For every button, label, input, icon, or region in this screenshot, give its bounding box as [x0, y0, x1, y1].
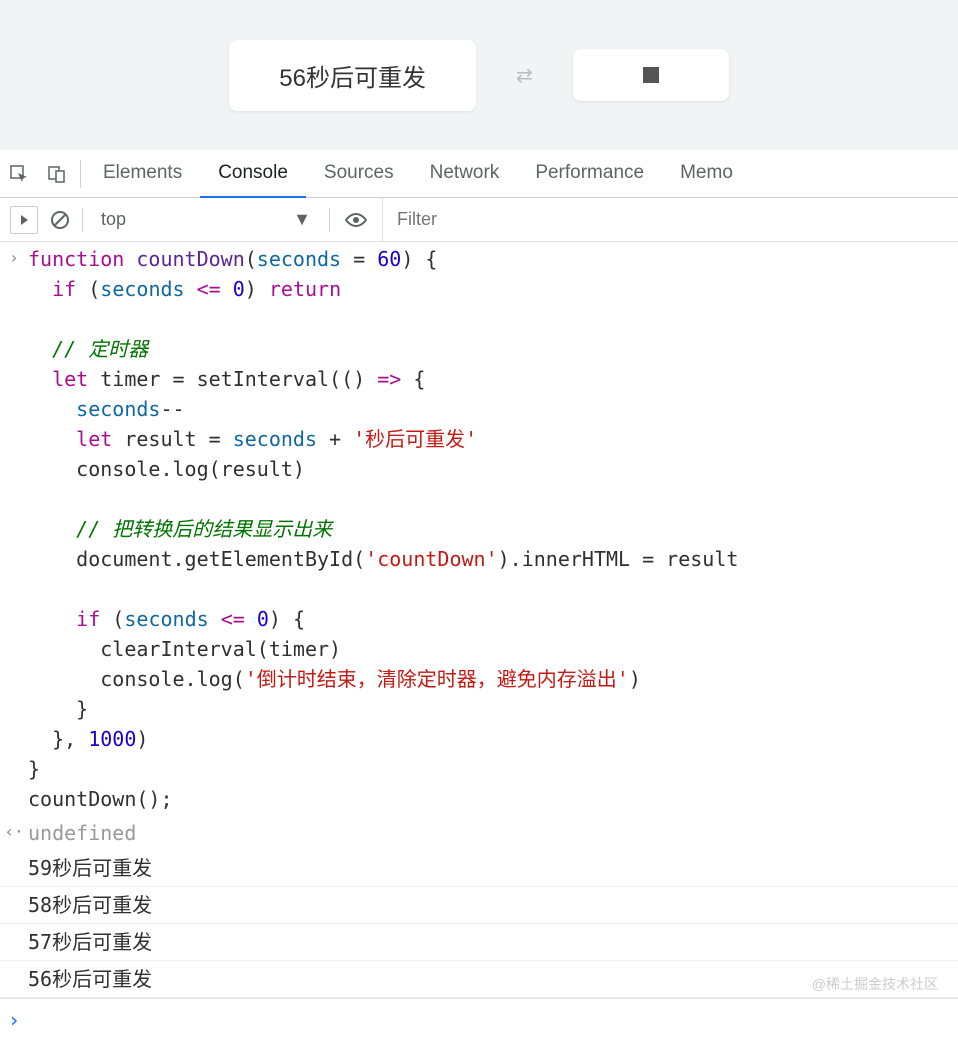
- console-log-row: 59秒后可重发: [0, 850, 958, 887]
- tab-sources[interactable]: Sources: [306, 150, 412, 198]
- tab-performance[interactable]: Performance: [517, 150, 662, 198]
- page-preview-area: 56秒后可重发 ⇄: [0, 0, 958, 150]
- return-value: undefined: [28, 818, 950, 848]
- watermark: @稀土掘金技术社区: [812, 974, 938, 994]
- play-icon[interactable]: [10, 206, 38, 234]
- prompt-chevron-icon: ›: [8, 1005, 28, 1035]
- input-chevron-icon: ›: [0, 244, 28, 270]
- tab-console[interactable]: Console: [200, 150, 306, 198]
- live-expression-icon[interactable]: [338, 211, 374, 229]
- tab-memory[interactable]: Memo: [662, 150, 751, 198]
- console-log-row: 57秒后可重发: [0, 924, 958, 961]
- console-input-row[interactable]: › function countDown(seconds = 60) { if …: [0, 242, 958, 816]
- console-prompt-row[interactable]: ›: [0, 998, 958, 1041]
- divider: [82, 208, 83, 232]
- console-body: › function countDown(seconds = 60) { if …: [0, 242, 958, 1041]
- console-log-row: 58秒后可重发: [0, 887, 958, 924]
- context-dropdown[interactable]: top ▼: [91, 205, 321, 234]
- output-chevron-icon: ‹·: [0, 818, 28, 844]
- divider: [329, 208, 330, 232]
- console-return-row: ‹· undefined: [0, 816, 958, 850]
- code-block: function countDown(seconds = 60) { if (s…: [28, 244, 950, 814]
- tab-network[interactable]: Network: [412, 150, 518, 198]
- device-toggle-icon[interactable]: [38, 150, 76, 198]
- console-toolbar: top ▼: [0, 198, 958, 242]
- tab-elements[interactable]: Elements: [85, 150, 200, 198]
- swap-icon: ⇄: [516, 63, 533, 88]
- countdown-button[interactable]: 56秒后可重发: [229, 40, 476, 111]
- filter-input[interactable]: [382, 198, 948, 241]
- stop-icon: [643, 67, 659, 83]
- context-label: top: [101, 209, 126, 230]
- clear-console-icon[interactable]: [46, 206, 74, 234]
- inspect-icon[interactable]: [0, 150, 38, 198]
- chevron-down-icon: ▼: [293, 209, 311, 230]
- divider: [80, 160, 81, 188]
- devtools-tab-bar: Elements Console Sources Network Perform…: [0, 150, 958, 198]
- secondary-button[interactable]: [573, 49, 729, 101]
